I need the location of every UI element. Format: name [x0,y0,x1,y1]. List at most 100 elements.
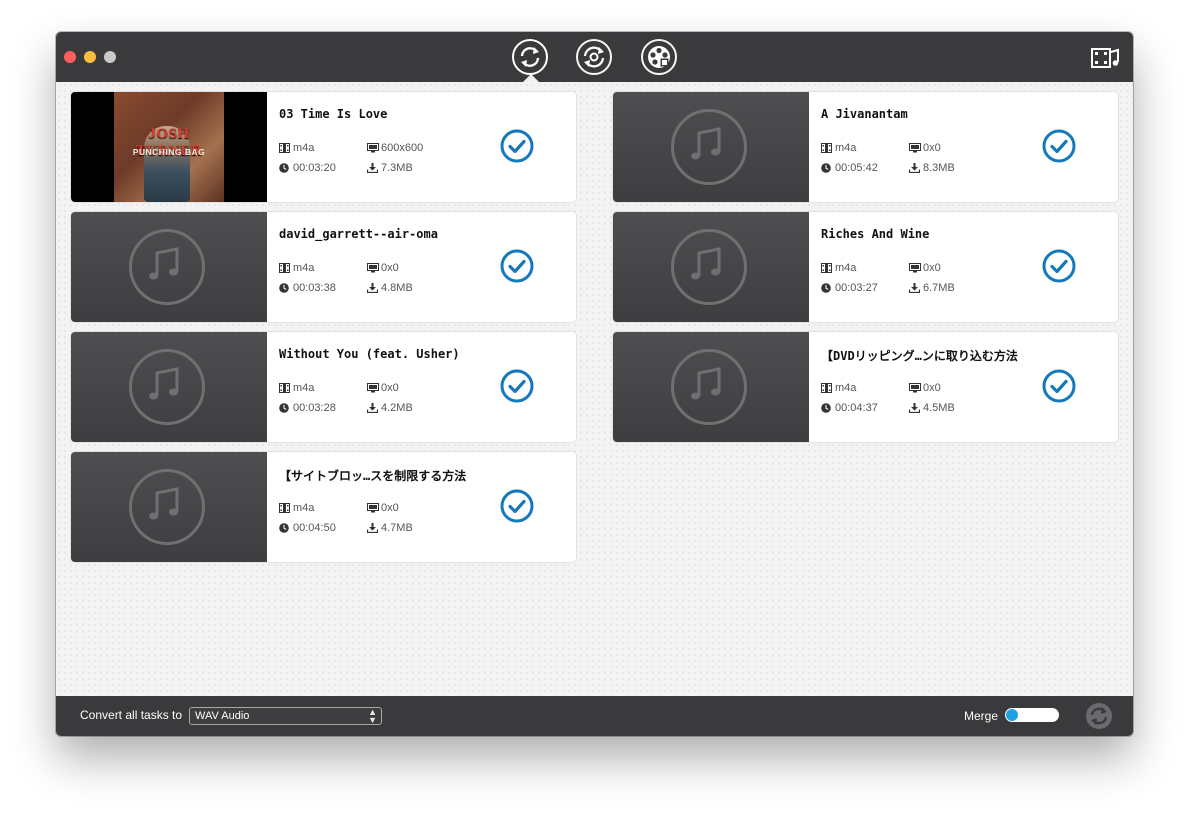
task-thumbnail [613,212,809,322]
close-window-button[interactable] [64,51,76,63]
task-checkbox[interactable] [1042,369,1076,403]
task-checkbox[interactable] [500,129,534,163]
convert-icon [520,47,540,67]
output-format-select[interactable]: WAV Audio ▲ ▼ [189,707,382,725]
task-title: 【DVDリッピング…ンに取り込む方法 [821,349,1018,363]
music-note-icon [691,367,721,400]
task-duration-value: 00:03:28 [293,402,336,414]
task-checkbox[interactable] [1042,249,1076,283]
task-duration-value: 00:03:20 [293,162,336,174]
task-thumbnail [71,332,267,442]
download-icon [367,523,378,533]
task-format-value: m4a [293,262,315,274]
minimize-window-button[interactable] [84,51,96,63]
monitor-icon [909,263,921,273]
task-size-value: 7.3MB [381,162,413,174]
task-checkbox[interactable] [500,489,534,523]
output-format-value: WAV Audio [195,710,250,722]
convert-tool-button[interactable] [512,39,548,75]
task-title: 【サイトブロッ…スを制限する方法 [279,469,467,483]
task-title: Riches And Wine [821,227,930,241]
film-icon [279,263,290,273]
monitor-icon [367,263,379,273]
monitor-icon [909,383,921,393]
film-icon [821,263,832,273]
task-format-value: m4a [835,382,857,394]
clock-icon [821,403,831,413]
task-size-value: 4.2MB [381,402,413,414]
music-note-icon [149,247,179,280]
task-thumbnail [71,452,267,562]
task-resolution-value: 600x600 [381,142,424,154]
task-checkbox[interactable] [1042,129,1076,163]
task-size-value: 8.3MB [923,162,955,174]
task-card[interactable]: A Jivanantam m4a 0x0 00:05:42 8.3MB [613,92,1118,202]
task-format-value: m4a [293,502,315,514]
task-resolution-value: 0x0 [381,262,399,274]
download-icon [909,163,920,173]
clock-icon [279,523,289,533]
title-bar [56,32,1133,82]
task-resolution-value: 0x0 [923,382,941,394]
sync-tool-button[interactable] [576,39,612,75]
task-duration-value: 00:03:27 [835,282,878,294]
task-card[interactable]: 【DVDリッピング…ンに取り込む方法 m4a 0x0 00:04:37 4.5M… [613,332,1118,442]
film-icon [821,143,832,153]
task-card[interactable]: david_garrett--air-oma m4a 0x0 00:03:38 … [71,212,576,322]
film-icon [821,383,832,393]
task-format-value: m4a [835,262,857,274]
active-tool-indicator [523,74,539,82]
download-icon [909,403,920,413]
dvd-tool-button[interactable] [641,39,677,75]
task-checkbox[interactable] [500,369,534,403]
task-title: 03 Time Is Love [279,107,388,121]
clock-icon [279,283,289,293]
download-icon [367,163,378,173]
music-note-icon [691,247,721,280]
task-thumbnail [613,332,809,442]
convert-button[interactable] [1085,702,1113,730]
task-size-value: 4.7MB [381,522,413,534]
task-title: A Jivanantam [821,107,908,121]
merge-toggle-knob [1006,709,1018,721]
task-resolution-value: 0x0 [923,142,941,154]
music-note-icon [691,127,721,160]
task-format-value: m4a [835,142,857,154]
task-resolution-value: 0x0 [381,382,399,394]
media-library-button[interactable] [1091,46,1121,70]
bottom-bar: Convert all tasks to WAV Audio ▲ ▼ Merge [56,696,1133,736]
task-thumbnail: JOSH TURNER PUNCHING BAG [71,92,267,202]
task-duration-value: 00:03:38 [293,282,336,294]
film-icon [279,503,290,513]
monitor-icon [367,383,379,393]
album-title: PUNCHING BAG [132,147,206,157]
merge-toggle[interactable] [1005,708,1059,722]
checkmark-circle-icon [1042,249,1076,283]
app-window: JOSH TURNER PUNCHING BAG 03 Time Is Love … [56,32,1133,736]
task-duration-value: 00:04:37 [835,402,878,414]
music-note-icon [149,367,179,400]
checkmark-circle-icon [500,129,534,163]
convert-all-label: Convert all tasks to [80,708,183,722]
task-checkbox[interactable] [500,249,534,283]
zoom-window-button[interactable] [104,51,116,63]
checkmark-circle-icon [500,489,534,523]
monitor-icon [367,503,379,513]
task-card[interactable]: Riches And Wine m4a 0x0 00:03:27 6.7MB [613,212,1118,322]
merge-label: Merge [964,709,999,723]
task-card[interactable]: Without You (feat. Usher) m4a 0x0 00:03:… [71,332,576,442]
task-format-value: m4a [293,142,315,154]
media-library-icon [1091,48,1119,68]
download-icon [909,283,920,293]
task-size-value: 6.7MB [923,282,955,294]
task-card[interactable]: JOSH TURNER PUNCHING BAG 03 Time Is Love … [71,92,576,202]
task-size-value: 4.5MB [923,402,955,414]
monitor-icon [909,143,921,153]
task-thumbnail [613,92,809,202]
download-icon [367,403,378,413]
clock-icon [821,283,831,293]
clock-icon [279,163,289,173]
checkmark-circle-icon [1042,129,1076,163]
task-card[interactable]: 【サイトブロッ…スを制限する方法 m4a 0x0 00:04:50 4.7MB [71,452,576,562]
task-title: david_garrett--air-oma [279,227,438,241]
